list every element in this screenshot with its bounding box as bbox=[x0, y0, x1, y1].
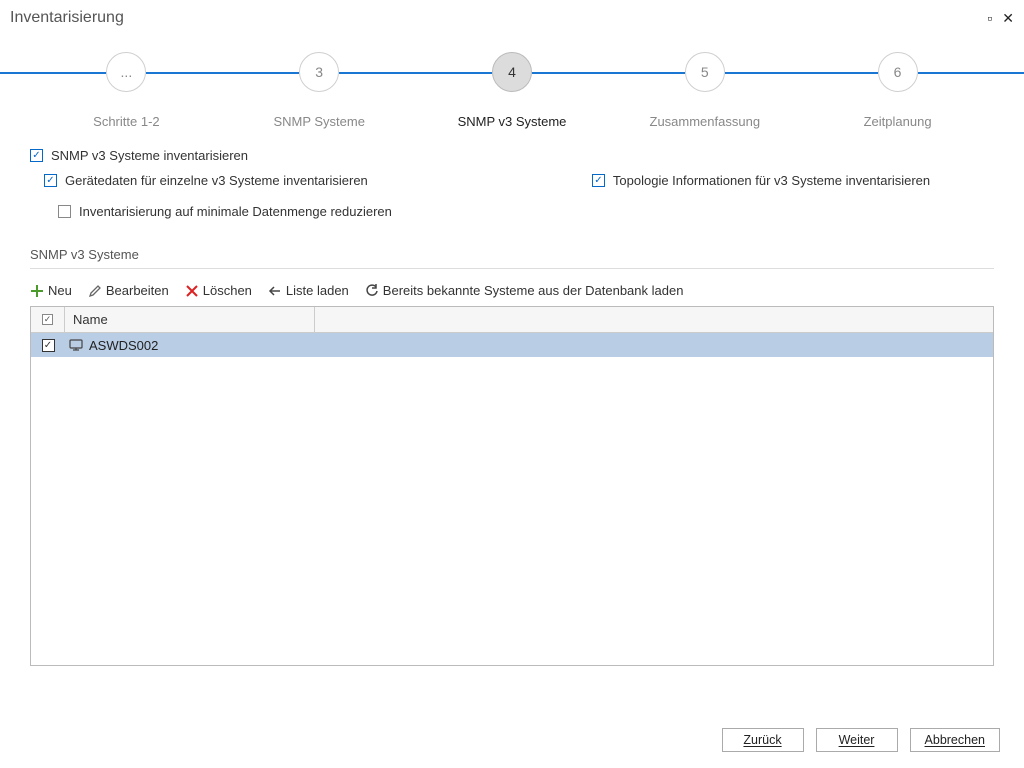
checkbox-inventarisieren[interactable]: ✓ bbox=[30, 149, 43, 162]
label-geraetedaten: Gerätedaten für einzelne v3 Systeme inve… bbox=[65, 173, 368, 188]
checkbox-topologie[interactable]: ✓ bbox=[592, 174, 605, 187]
step-zeitplanung[interactable]: 6 Zeitplanung bbox=[801, 52, 994, 129]
checkbox-minimale-daten[interactable]: ✓ bbox=[58, 205, 71, 218]
step-snmp-v3[interactable]: 4 SNMP v3 Systeme bbox=[416, 52, 609, 129]
pencil-icon bbox=[88, 284, 102, 298]
next-button[interactable]: Weiter bbox=[816, 728, 898, 752]
wizard-stepper: ... Schritte 1-2 3 SNMP Systeme 4 SNMP v… bbox=[30, 60, 994, 120]
label-inventarisieren: SNMP v3 Systeme inventarisieren bbox=[51, 148, 248, 163]
maximize-icon[interactable]: ▫ bbox=[987, 10, 992, 27]
toolbar-loeschen[interactable]: Löschen bbox=[185, 283, 252, 298]
label-minimale-daten: Inventarisierung auf minimale Datenmenge… bbox=[79, 204, 392, 219]
computer-icon bbox=[65, 337, 87, 353]
checkbox-geraetedaten[interactable]: ✓ bbox=[44, 174, 57, 187]
table-header-checkbox-cell[interactable]: ✓ bbox=[31, 307, 65, 332]
cancel-button[interactable]: Abbrechen bbox=[910, 728, 1000, 752]
toolbar-bearbeiten[interactable]: Bearbeiten bbox=[88, 283, 169, 298]
select-all-checkbox[interactable]: ✓ bbox=[42, 314, 53, 325]
toolbar-db-laden[interactable]: Bereits bekannte Systeme aus der Datenba… bbox=[365, 283, 684, 298]
window-title: Inventarisierung bbox=[10, 9, 124, 27]
row-checkbox[interactable]: ✓ bbox=[42, 339, 55, 352]
table-row[interactable]: ✓ ASWDS002 bbox=[31, 333, 993, 357]
back-button[interactable]: Zurück bbox=[722, 728, 804, 752]
close-icon[interactable]: ✕ bbox=[1002, 10, 1014, 27]
row-name: ASWDS002 bbox=[87, 338, 993, 353]
toolbar-neu[interactable]: Neu bbox=[30, 283, 72, 298]
systems-table: ✓ Name ✓ ASWDS002 bbox=[30, 306, 994, 666]
table-header-name[interactable]: Name bbox=[65, 307, 315, 332]
step-snmp-systeme[interactable]: 3 SNMP Systeme bbox=[223, 52, 416, 129]
plus-icon bbox=[30, 284, 44, 298]
refresh-icon bbox=[365, 284, 379, 298]
toolbar-liste-laden[interactable]: Liste laden bbox=[268, 283, 349, 298]
label-topologie: Topologie Informationen für v3 Systeme i… bbox=[613, 173, 930, 188]
x-icon bbox=[185, 284, 199, 298]
arrow-left-icon bbox=[268, 284, 282, 298]
table-header-rest bbox=[315, 307, 993, 332]
section-title-snmp-v3: SNMP v3 Systeme bbox=[30, 247, 994, 269]
step-1-2[interactable]: ... Schritte 1-2 bbox=[30, 52, 223, 129]
table-toolbar: Neu Bearbeiten Löschen Liste laden Berei… bbox=[30, 283, 994, 298]
step-zusammenfassung[interactable]: 5 Zusammenfassung bbox=[608, 52, 801, 129]
